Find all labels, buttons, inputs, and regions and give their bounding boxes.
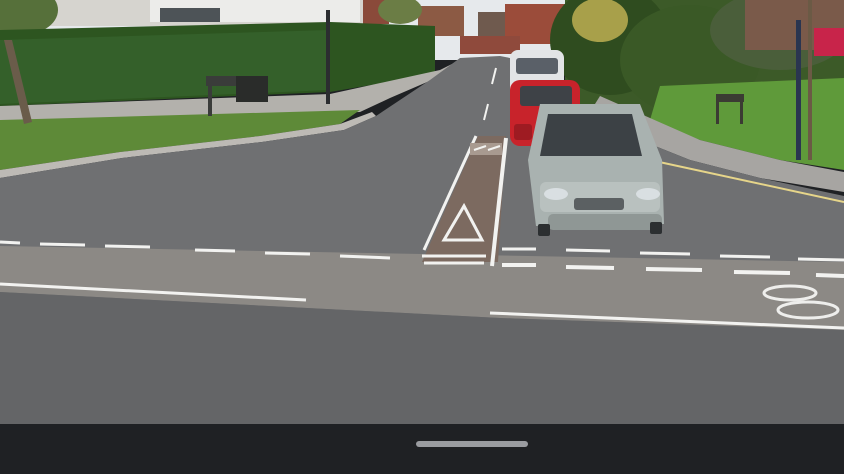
street-view-photo <box>0 0 844 424</box>
system-navigation-bar <box>0 424 844 474</box>
home-indicator[interactable] <box>416 441 528 447</box>
island-top-marking <box>470 143 502 155</box>
car-silver-front <box>528 104 664 236</box>
